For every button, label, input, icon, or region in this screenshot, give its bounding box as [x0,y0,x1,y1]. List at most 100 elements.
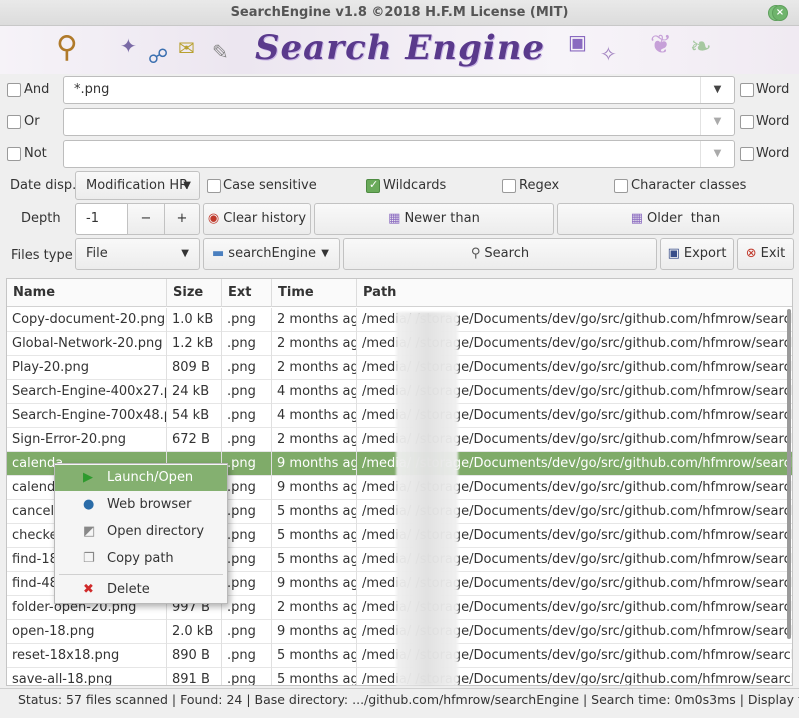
redacted-path-segment [396,312,458,686]
table-cell: 5 months ago [272,668,357,685]
depth-increment-button[interactable]: + [164,203,200,235]
or-input[interactable]: ▼ [63,108,735,136]
table-cell: 54 kB [167,404,222,428]
table-cell: .png [222,596,272,620]
delete-icon: ✖ [83,582,94,597]
search-button[interactable]: ⚲ Search [343,238,657,270]
chevron-down-icon: ▼ [183,180,191,191]
close-icon[interactable]: × [772,5,788,21]
minus-icon: − [140,211,152,226]
decor-icon: ▣ [568,30,587,54]
chevron-down-icon[interactable]: ▼ [700,109,734,135]
date-disp-label: Date disp. [10,178,77,193]
column-header[interactable]: Name [7,279,167,307]
table-cell: Search-Engine-400x27.png [7,380,167,404]
date-disp-select[interactable]: Modification HR ▼ [75,171,200,200]
and-input[interactable]: *.png ▼ [63,76,735,104]
table-cell: 2 months ago [272,308,357,332]
column-header[interactable]: Time [272,279,357,307]
leaf-decor-icon: ❧ [690,32,712,62]
window-title: SearchEngine v1.8 ©2018 H.F.M License (M… [230,5,569,20]
search-icon: ⚲ [470,246,481,261]
newer-than-button[interactable]: ▦ Newer than [314,203,554,235]
files-type-value: File [86,246,108,261]
status-bar: Status: 57 files scanned | Found: 24 | B… [0,688,799,718]
export-button[interactable]: ▣ Export [660,238,734,270]
table-cell: .png [222,500,272,524]
export-label: Export [683,246,727,261]
menu-item-copy-path[interactable]: ❐ Copy path [55,546,227,572]
menu-item-open-directory[interactable]: ◩ Open directory [55,519,227,545]
table-header: Name Size Ext Time Path [7,279,792,307]
files-type-select[interactable]: File ▼ [75,238,200,270]
case-sensitive-checkbox[interactable] [207,179,221,193]
table-cell: .png [222,548,272,572]
and-word-label: Word [756,82,790,97]
decor-icon: ✦ [120,34,137,58]
or-word-checkbox[interactable] [740,115,754,129]
plus-icon: + [176,211,188,226]
table-cell: 5 months ago [272,524,357,548]
clear-history-label: Clear history [223,211,307,226]
magnifier-logo-icon: ⚲ [56,30,78,65]
character-classes-checkbox[interactable] [614,179,628,193]
table-cell: .png [222,620,272,644]
table-cell: .png [222,380,272,404]
regex-label: Regex [519,178,560,193]
older-than-button[interactable]: ▦ Older than [557,203,794,235]
column-header[interactable]: Path [357,279,792,307]
regex-checkbox[interactable] [502,179,516,193]
table-cell: .png [222,644,272,668]
depth-row: Depth -1 − + ◉ Clear history ▦ Newer than … [0,202,799,236]
table-cell: 2.0 kB [167,620,222,644]
depth-label: Depth [21,211,61,226]
calendar-icon: ▦ [388,211,401,226]
chevron-down-icon[interactable]: ▼ [700,141,734,167]
table-cell: 5 months ago [272,548,357,572]
not-word-checkbox[interactable] [740,147,754,161]
menu-item-label: Launch/Open [107,470,194,485]
menu-item-launch-open[interactable]: ▶ Launch/Open [55,465,227,491]
save-icon: ▣ [667,246,680,261]
vertical-scrollbar[interactable] [787,309,791,639]
wildcards-checkbox[interactable] [366,178,380,193]
app-logo-text: Search Engine [255,28,546,68]
table-cell: 2 months ago [272,596,357,620]
not-input[interactable]: ▼ [63,140,735,168]
table-cell: Search-Engine-700x48.png [7,404,167,428]
table-cell: .png [222,356,272,380]
depth-input[interactable]: -1 [75,203,128,235]
clear-history-button[interactable]: ◉ Clear history [203,203,311,235]
status-text: Status: 57 files scanned | Found: 24 | B… [18,692,799,707]
menu-item-web-browser[interactable]: ● Web browser [55,492,227,518]
table-cell: 4 months ago [272,404,357,428]
context-menu: ▶ Launch/Open ● Web browser ◩ Open direc… [54,463,228,604]
or-checkbox[interactable] [7,115,21,129]
decor-icon: ✎ [212,40,229,64]
table-cell: .png [222,452,272,476]
table-cell: 1.2 kB [167,332,222,356]
older-than-label: Older than [647,211,721,226]
depth-decrement-button[interactable]: − [127,203,165,235]
table-cell: .png [222,332,272,356]
and-input-value: *.png [74,82,110,97]
table-cell: reset-18x18.png [7,644,167,668]
not-word-label: Word [756,146,790,161]
character-classes-label: Character classes [631,178,747,193]
not-checkbox[interactable] [7,147,21,161]
menu-item-label: Copy path [107,551,174,566]
table-cell: 9 months ago [272,452,357,476]
date-disp-value: Modification HR [86,178,189,193]
folder-select[interactable]: ▬ searchEngine ▼ [203,238,340,270]
menu-item-delete[interactable]: ✖ Delete [55,577,227,603]
column-header[interactable]: Size [167,279,222,307]
and-word-checkbox[interactable] [740,83,754,97]
exit-label: Exit [760,246,786,261]
column-header[interactable]: Ext [222,279,272,307]
copy-icon: ❐ [83,551,95,566]
not-label: Not [24,146,47,161]
and-checkbox[interactable] [7,83,21,97]
exit-button[interactable]: ⊗ Exit [737,238,794,270]
globe-icon: ● [83,497,95,512]
chevron-down-icon[interactable]: ▼ [700,77,734,103]
